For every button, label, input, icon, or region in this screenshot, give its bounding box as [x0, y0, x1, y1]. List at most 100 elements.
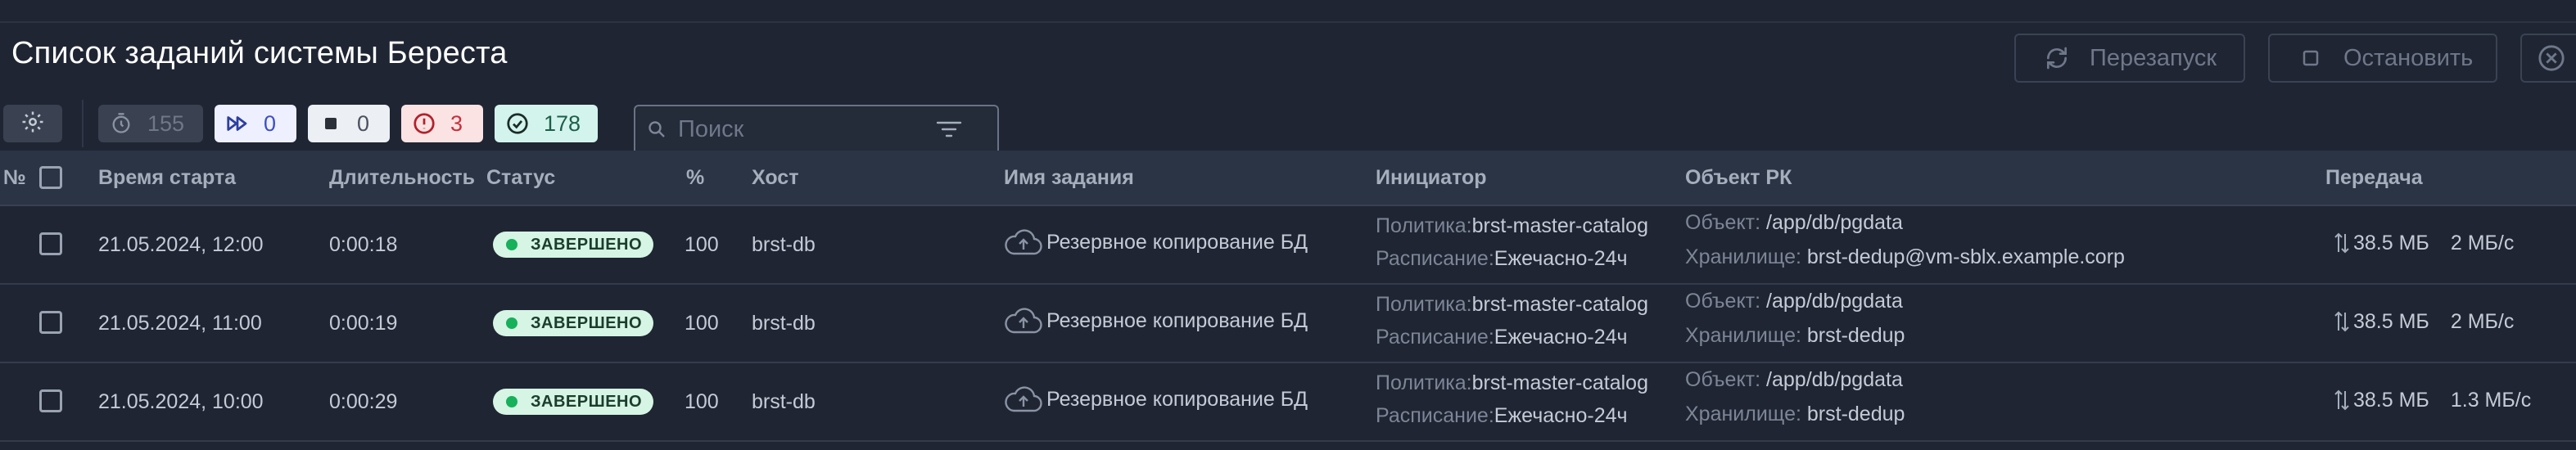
object-label: Объект: [1685, 368, 1761, 391]
table-header: № Время старта Длительность Статус % Хос… [0, 151, 2576, 206]
close-icon [2537, 43, 2566, 73]
transfer-size: 38.5 МБ [2353, 231, 2429, 254]
timer-count: 155 [147, 110, 185, 136]
search-input[interactable] [676, 115, 925, 144]
policy: Политика:brst-master-catalog [1376, 214, 1648, 238]
table-row[interactable]: 21.05.2024, 10:00 0:00:29 ЗАВЕРШЕНО 100 … [0, 363, 2576, 442]
col-initiator[interactable]: Инициатор [1376, 151, 1487, 205]
restart-label: Перезапуск [2090, 44, 2217, 71]
done-count: 178 [544, 110, 581, 136]
object-value: /app/db/pgdata [1766, 290, 1903, 313]
settings-button[interactable] [3, 105, 62, 142]
object: Объект: /app/db/pgdata [1685, 368, 1903, 392]
transfer: 38.5 МБ 2 МБ/с [2334, 309, 2514, 334]
restart-button[interactable]: Перезапуск [2014, 34, 2245, 83]
filter-running-chip[interactable]: 0 [215, 105, 296, 142]
filter-done-chip[interactable]: 178 [495, 105, 598, 142]
object-label: Объект: [1685, 211, 1761, 234]
row-checkbox[interactable] [39, 389, 62, 412]
status-dot [506, 239, 517, 250]
error-icon [411, 110, 437, 137]
search-box[interactable] [634, 105, 999, 152]
stop-button[interactable]: Остановить [2268, 34, 2497, 83]
host: brst-db [752, 390, 816, 413]
transfer-speed: 2 МБ/с [2450, 309, 2515, 333]
gear-icon [20, 110, 45, 138]
toolbar-separator [82, 100, 84, 147]
policy: Политика:brst-master-catalog [1376, 293, 1648, 317]
transfer-size: 38.5 МБ [2353, 309, 2429, 333]
storage-label: Хранилище: [1685, 324, 1801, 347]
schedule-label: Расписание: [1376, 247, 1494, 270]
timer-icon [108, 110, 134, 137]
col-transfer[interactable]: Передача [2325, 151, 2423, 205]
schedule: Расписание:Ежечасно-24ч [1376, 326, 1628, 349]
transfer-arrows-icon [2334, 309, 2350, 334]
top-divider [0, 21, 2576, 23]
object-label: Объект: [1685, 290, 1761, 313]
fast-forward-icon [224, 110, 251, 137]
col-host[interactable]: Хост [752, 151, 798, 205]
storage: Хранилище: brst-dedup [1685, 324, 1905, 348]
filter-icon[interactable] [935, 119, 963, 139]
page-title: Список заданий системы Береста [11, 36, 508, 70]
status-dot [506, 396, 517, 407]
row-checkbox[interactable] [39, 232, 62, 255]
object-value: /app/db/pgdata [1766, 368, 1903, 391]
row-checkbox[interactable] [39, 311, 62, 334]
stop-icon [2296, 43, 2325, 73]
cloud-upload-icon [1004, 227, 1045, 257]
select-all-checkbox[interactable] [39, 166, 62, 189]
schedule-value: Ежечасно-24ч [1494, 247, 1628, 270]
policy-label: Политика: [1376, 293, 1472, 316]
schedule-value: Ежечасно-24ч [1494, 326, 1628, 349]
status-text: ЗАВЕРШЕНО [531, 392, 643, 411]
duration: 0:00:19 [329, 312, 398, 335]
stopped-count: 0 [357, 110, 370, 136]
job-name[interactable]: Резервное копирование БД [1004, 385, 1308, 414]
search-icon [647, 119, 667, 139]
policy-label: Политика: [1376, 214, 1472, 237]
cloud-upload-icon [1004, 385, 1045, 414]
object: Объект: /app/db/pgdata [1685, 211, 1903, 235]
storage-label: Хранилище: [1685, 403, 1801, 425]
status-badge: ЗАВЕРШЕНО [493, 232, 653, 258]
cloud-upload-icon [1004, 306, 1045, 335]
job-name-text: Резервное копирование БД [1046, 387, 1308, 411]
start-time: 21.05.2024, 11:00 [98, 312, 262, 335]
table-row[interactable]: 21.05.2024, 11:00 0:00:19 ЗАВЕРШЕНО 100 … [0, 285, 2576, 363]
policy-label: Политика: [1376, 371, 1472, 394]
host: brst-db [752, 233, 816, 256]
table-row[interactable]: 21.05.2024, 12:00 0:00:18 ЗАВЕРШЕНО 100 … [0, 206, 2576, 285]
policy-value: brst-master-catalog [1471, 293, 1648, 316]
col-num: № [3, 166, 26, 189]
col-percent[interactable]: % [686, 151, 704, 205]
job-name[interactable]: Резервное копирование БД [1004, 227, 1308, 257]
stop-label: Остановить [2343, 44, 2474, 71]
start-time: 21.05.2024, 12:00 [98, 233, 264, 256]
col-job[interactable]: Имя задания [1004, 151, 1134, 205]
status-dot [506, 317, 517, 329]
col-object[interactable]: Объект РК [1685, 151, 1792, 205]
status-text: ЗАВЕРШЕНО [531, 235, 643, 254]
schedule-label: Расписание: [1376, 404, 1494, 427]
percent: 100 [685, 312, 719, 335]
storage-label: Хранилище: [1685, 245, 1801, 268]
running-count: 0 [264, 110, 277, 136]
job-name[interactable]: Резервное копирование БД [1004, 306, 1308, 335]
filter-timer-chip[interactable]: 155 [98, 105, 203, 142]
filter-errors-chip[interactable]: 3 [401, 105, 483, 142]
policy-value: brst-master-catalog [1471, 214, 1648, 237]
policy: Политика:brst-master-catalog [1376, 371, 1648, 395]
duration: 0:00:18 [329, 233, 398, 256]
col-duration[interactable]: Длительность [329, 151, 475, 205]
transfer-speed: 1.3 МБ/с [2450, 388, 2532, 412]
close-button[interactable] [2520, 34, 2576, 83]
start-time: 21.05.2024, 10:00 [98, 390, 264, 413]
col-status[interactable]: Статус [486, 151, 555, 205]
status-badge: ЗАВЕРШЕНО [493, 389, 653, 415]
filter-stopped-chip[interactable]: 0 [308, 105, 390, 142]
transfer-arrows-icon [2334, 388, 2350, 412]
col-start[interactable]: Время старта [98, 151, 236, 205]
policy-value: brst-master-catalog [1471, 371, 1648, 394]
